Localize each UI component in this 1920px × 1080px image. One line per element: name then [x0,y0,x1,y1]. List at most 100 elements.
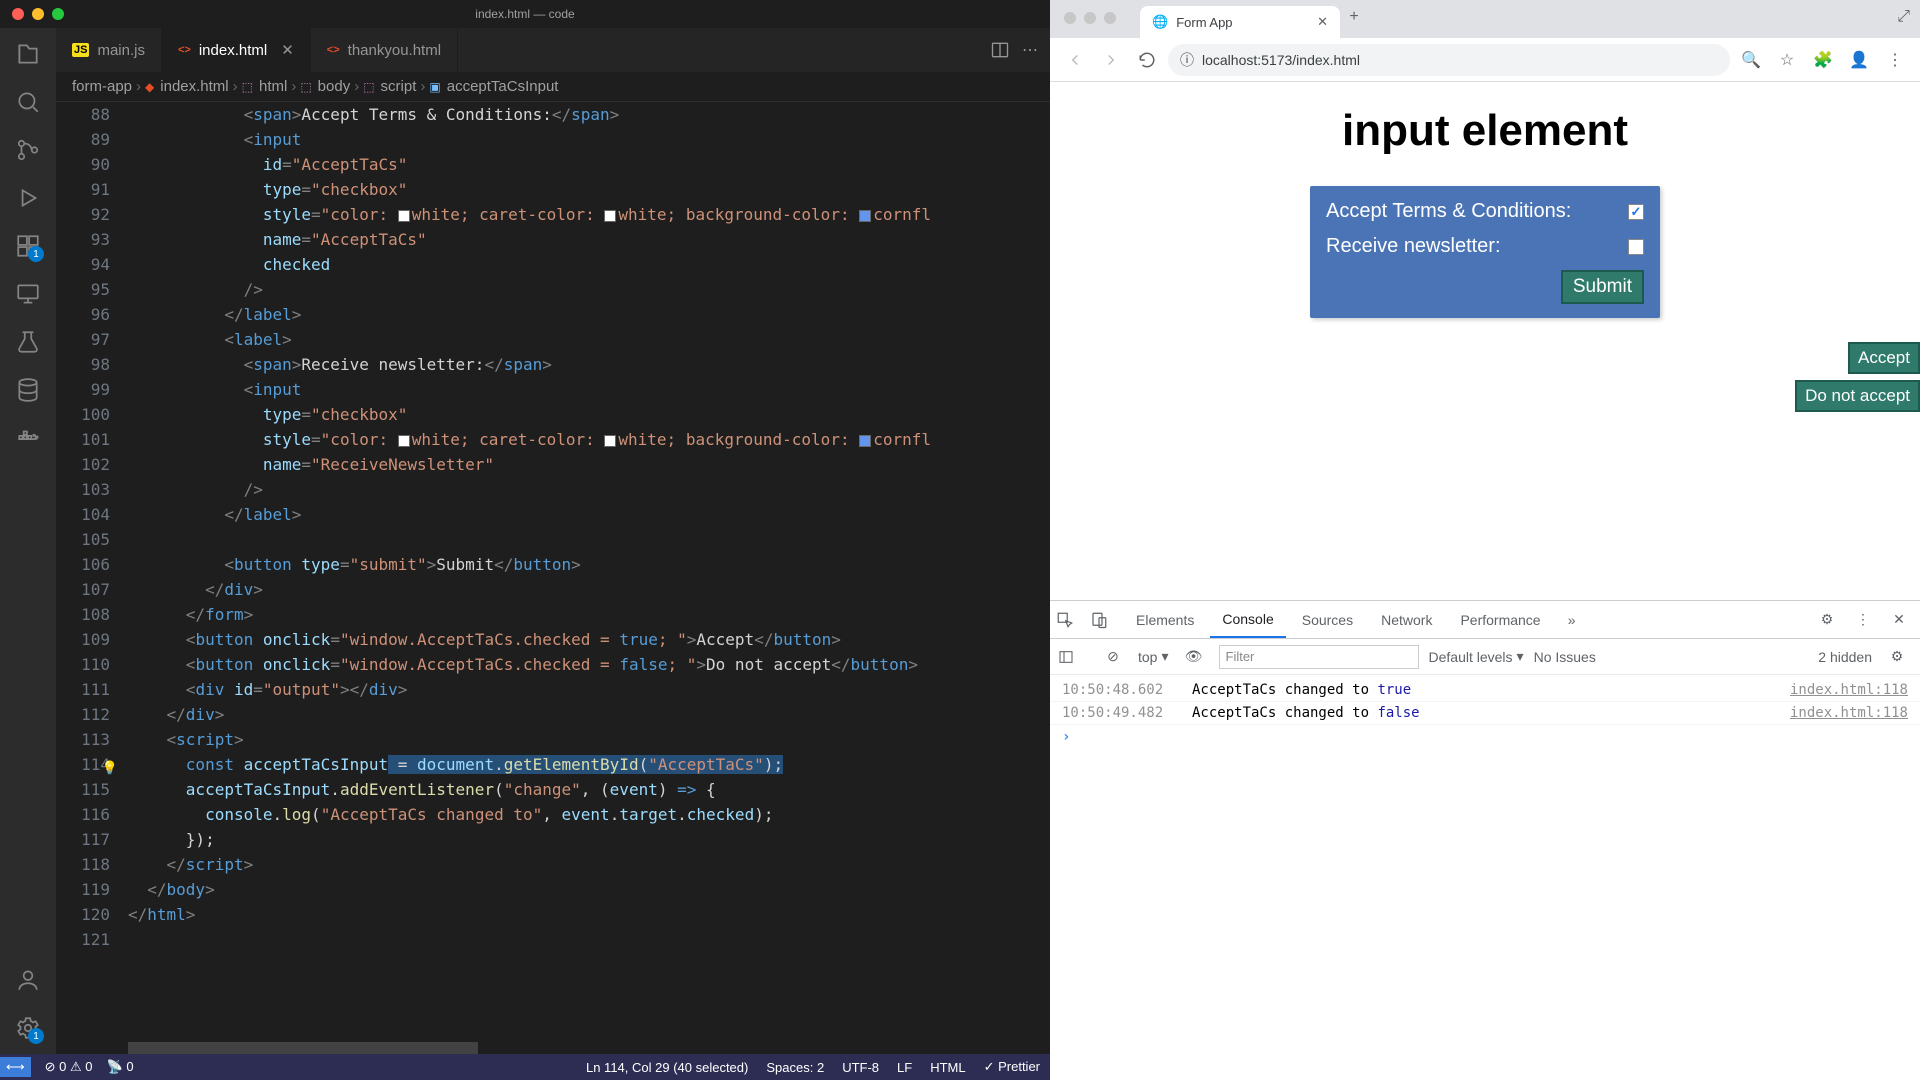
remote-indicator[interactable]: ⟷ [0,1057,31,1077]
submit-button[interactable]: Submit [1561,270,1644,304]
bookmark-icon[interactable]: ☆ [1772,50,1802,70]
new-tab-button[interactable]: + [1340,8,1368,26]
breadcrumb-item[interactable]: script [381,78,417,95]
close-icon[interactable]: ✕ [281,41,294,59]
search-icon[interactable] [14,88,42,116]
status-formatter[interactable]: ✓ Prettier [984,1059,1040,1075]
minimize-window-button[interactable] [1084,12,1096,24]
devtools-settings-icon[interactable]: ⚙ [1812,611,1842,628]
status-cursor[interactable]: Ln 114, Col 29 (40 selected) [586,1060,748,1075]
log-source-link[interactable]: index.html:118 [1790,705,1908,721]
console-filter-input[interactable]: Filter [1219,645,1419,669]
do-not-accept-button[interactable]: Do not accept [1795,380,1920,412]
database-icon[interactable] [14,376,42,404]
code-editor[interactable]: 8889909192939495969798991001011021031041… [56,102,1050,1054]
close-window-button[interactable] [1064,12,1076,24]
live-expression-icon[interactable]: 👁 [1179,648,1209,665]
close-icon[interactable]: ✕ [1317,14,1328,30]
settings-badge: 1 [28,1028,44,1044]
horizontal-scrollbar[interactable] [128,1042,1050,1054]
split-editor-icon[interactable] [990,40,1010,60]
tab-favicon: 🌐 [1152,14,1168,30]
tab-mainjs[interactable]: main.js [56,28,162,72]
page-title: input element [1080,106,1890,156]
breadcrumb-item[interactable]: acceptTaCsInput [447,78,559,95]
maximize-window-button[interactable] [1104,12,1116,24]
reload-button[interactable] [1132,45,1162,75]
tab-indexhtml[interactable]: index.html ✕ [162,28,311,72]
console-log-line: 10:50:49.482 AcceptTaCs changed to false… [1050,702,1920,725]
devtools-menu-icon[interactable]: ⋮ [1848,611,1878,628]
source-control-icon[interactable] [14,136,42,164]
devtools-close-icon[interactable]: ✕ [1884,611,1914,628]
clear-console-icon[interactable]: ⊘ [1098,648,1128,665]
accounts-icon[interactable] [14,966,42,994]
vscode-titlebar: index.html — code [0,0,1050,28]
explorer-icon[interactable] [14,40,42,68]
maximize-window-button[interactable] [52,8,64,20]
back-button[interactable] [1060,45,1090,75]
hidden-count[interactable]: 2 hidden [1818,649,1872,665]
profile-icon[interactable]: 👤 [1844,50,1874,70]
checkbox-newsletter[interactable] [1628,239,1644,255]
console-sidebar-icon[interactable] [1058,649,1088,665]
tab-sources[interactable]: Sources [1290,601,1365,638]
activity-bar: 1 1 [0,28,56,1054]
status-ports[interactable]: 📡 0 [107,1059,134,1075]
remote-explorer-icon[interactable] [14,280,42,308]
close-window-button[interactable] [12,8,24,20]
breadcrumb-item[interactable]: index.html [160,78,228,95]
breadcrumb[interactable]: form-app › ◆index.html › ⬚html › ⬚body ›… [56,72,1050,102]
console-prompt[interactable]: › [1050,725,1920,749]
extensions-icon[interactable]: 1 [14,232,42,260]
checkbox-terms[interactable]: ✓ [1628,204,1644,220]
more-tabs-icon[interactable]: » [1557,612,1587,628]
tab-title: Form App [1176,15,1232,30]
log-levels-dropdown[interactable]: Default levels ▾ [1429,648,1524,665]
minimize-window-button[interactable] [32,8,44,20]
console-toolbar: ⊘ top ▾ 👁 Filter Default levels ▾ No Iss… [1050,639,1920,675]
tab-label: main.js [97,42,145,59]
issues-button[interactable]: No Issues [1534,649,1596,665]
address-bar[interactable]: ⓘ localhost:5173/index.html [1168,44,1730,76]
settings-icon[interactable]: 1 [14,1014,42,1042]
chrome-titlebar: 🌐 Form App ✕ + ⤢ [1050,0,1920,38]
log-source-link[interactable]: index.html:118 [1790,682,1908,698]
status-eol[interactable]: LF [897,1060,912,1075]
docker-icon[interactable] [14,424,42,452]
status-errors[interactable]: ⊘ 0 ⚠ 0 [45,1059,93,1075]
console-log-line: 10:50:48.602 AcceptTaCs changed to true … [1050,679,1920,702]
tab-performance[interactable]: Performance [1448,601,1552,638]
menu-icon[interactable]: ⋮ [1880,50,1910,70]
tab-thankyou[interactable]: thankyou.html [311,28,458,72]
status-encoding[interactable]: UTF-8 [842,1060,879,1075]
editor-tabs: main.js index.html ✕ thankyou.html ⋯ [56,28,1050,72]
site-info-icon[interactable]: ⓘ [1180,50,1194,70]
breadcrumb-item[interactable]: body [318,78,351,95]
code-lines[interactable]: <span>Accept Terms & Conditions:</span> … [128,102,1050,1054]
browser-tab[interactable]: 🌐 Form App ✕ [1140,6,1340,38]
device-toolbar-icon[interactable] [1090,611,1120,629]
tab-label: index.html [199,42,267,59]
tab-console[interactable]: Console [1210,601,1285,638]
console-settings-icon[interactable]: ⚙ [1882,648,1912,665]
tab-label: thankyou.html [348,42,441,59]
extensions-icon[interactable]: 🧩 [1808,50,1838,70]
breadcrumb-item[interactable]: form-app [72,78,132,95]
devtools-tabs: Elements Console Sources Network Perform… [1050,601,1920,639]
more-actions-icon[interactable]: ⋯ [1022,40,1038,60]
tab-elements[interactable]: Elements [1124,601,1206,638]
status-spaces[interactable]: Spaces: 2 [766,1060,824,1075]
testing-icon[interactable] [14,328,42,356]
zoom-icon[interactable]: 🔍 [1736,50,1766,70]
status-lang[interactable]: HTML [930,1060,965,1075]
run-debug-icon[interactable] [14,184,42,212]
accept-button[interactable]: Accept [1848,342,1920,374]
tab-network[interactable]: Network [1369,601,1444,638]
inspect-element-icon[interactable] [1056,611,1086,629]
breadcrumb-item[interactable]: html [259,78,287,95]
console-output[interactable]: 10:50:48.602 AcceptTaCs changed to true … [1050,675,1920,1080]
console-context[interactable]: top ▾ [1138,648,1169,665]
expand-icon[interactable]: ⤢ [1897,8,1910,26]
forward-button[interactable] [1096,45,1126,75]
